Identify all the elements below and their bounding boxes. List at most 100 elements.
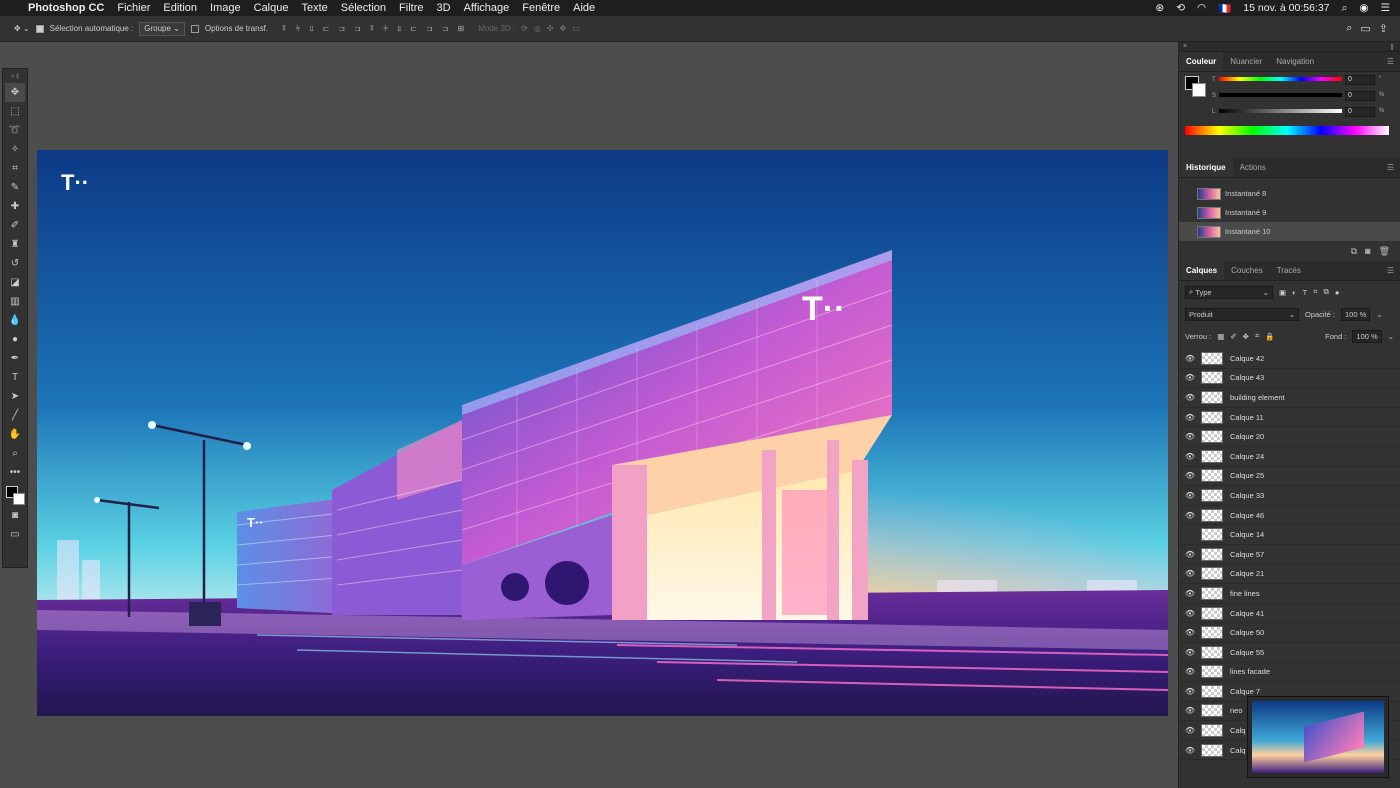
share-icon[interactable]: ⇪ xyxy=(1379,22,1388,35)
clone-stamp-icon[interactable]: ♜ xyxy=(5,235,25,254)
tab-nuancier[interactable]: Nuancier xyxy=(1223,52,1269,71)
type-tool-icon[interactable]: T xyxy=(5,368,25,387)
layer-row[interactable]: 👁 Calque 21 xyxy=(1179,565,1400,585)
layer-row[interactable]: 👁 Calque 33 xyxy=(1179,486,1400,506)
auto-select-checkbox[interactable] xyxy=(35,24,44,33)
menu-texte[interactable]: Texte xyxy=(301,2,327,14)
history-row[interactable]: Instantané 9 xyxy=(1179,203,1400,222)
dodge-tool-icon[interactable]: ● xyxy=(5,330,25,349)
layer-row[interactable]: 👁 Calque 46 xyxy=(1179,506,1400,526)
eye-icon[interactable]: 👁 xyxy=(1179,589,1201,598)
workspace-icon[interactable]: ▭ xyxy=(1360,22,1370,35)
zoom-tool-icon[interactable]: ⌕ xyxy=(5,444,25,463)
layer-name[interactable]: Calque 46 xyxy=(1230,511,1264,520)
eye-icon[interactable]: 👁 xyxy=(1179,569,1201,578)
align-vcenter-icon[interactable]: ⫩ xyxy=(296,24,301,34)
lock-position-icon[interactable]: ✥ xyxy=(1243,332,1249,341)
slide-3d-icon[interactable]: ✥ xyxy=(560,24,567,33)
line-tool-icon[interactable]: ╱ xyxy=(5,406,25,425)
layer-name[interactable]: Calque 7 xyxy=(1230,687,1260,696)
layer-name[interactable]: Calque 14 xyxy=(1230,530,1264,539)
align-hcenter-icon[interactable]: ⊐ xyxy=(338,24,345,34)
move-tool-preset-icon[interactable]: ✥ ⌄ xyxy=(14,24,30,33)
layer-name[interactable]: Calque 33 xyxy=(1230,491,1264,500)
eye-icon[interactable]: 👁 xyxy=(1179,373,1201,382)
distribute-top-icon[interactable]: ⫪ xyxy=(370,24,375,34)
menu-fichier[interactable]: Fichier xyxy=(117,2,150,14)
layer-row[interactable]: Calque 14 xyxy=(1179,525,1400,545)
notification-center-icon[interactable]: ☰ xyxy=(1381,2,1390,14)
more-tools-icon[interactable]: ••• xyxy=(5,463,25,482)
layer-name[interactable]: lines facade xyxy=(1230,667,1270,676)
color-panel-menu-icon[interactable]: ☰ xyxy=(1387,57,1400,66)
layer-name[interactable]: Calque 57 xyxy=(1230,550,1264,559)
eye-icon[interactable]: 👁 xyxy=(1179,491,1201,500)
layer-row[interactable]: 👁 fine lines xyxy=(1179,584,1400,604)
layer-name[interactable]: Calq xyxy=(1230,726,1245,735)
distribute-right-icon[interactable]: ⊐ xyxy=(442,24,449,34)
layer-row[interactable]: 👁 Calque 20 xyxy=(1179,427,1400,447)
lasso-tool-icon[interactable]: ➰ xyxy=(5,121,25,140)
eye-icon[interactable]: 👁 xyxy=(1179,413,1201,422)
spotlight-icon[interactable]: ⌕ xyxy=(1342,2,1348,15)
eyedropper-icon[interactable]: ✎ xyxy=(5,178,25,197)
align-right-icon[interactable]: ⊐ xyxy=(354,24,361,34)
new-document-from-state-icon[interactable]: ⧉ xyxy=(1351,246,1357,257)
opacity-dropdown-icon[interactable]: ⌄ xyxy=(1376,310,1382,319)
menu-fenetre[interactable]: Fenêtre xyxy=(522,2,560,14)
eye-icon[interactable]: 👁 xyxy=(1179,393,1201,402)
filter-smart-icon[interactable]: ⧉ xyxy=(1323,287,1328,297)
tab-calques[interactable]: Calques xyxy=(1179,261,1225,280)
roll-3d-icon[interactable]: ◎ xyxy=(534,24,541,33)
quick-mask-icon[interactable]: ◙ xyxy=(5,506,25,525)
saturation-slider[interactable] xyxy=(1219,93,1342,97)
layer-name[interactable]: Calque 24 xyxy=(1230,452,1264,461)
eye-icon[interactable]: 👁 xyxy=(1179,550,1201,559)
saturation-value[interactable]: 0 xyxy=(1345,91,1375,101)
collapse-panels-icon[interactable]: ⟫ xyxy=(1390,43,1400,51)
layer-name[interactable]: Calque 55 xyxy=(1230,648,1264,657)
layer-name[interactable]: Calque 43 xyxy=(1230,373,1264,382)
fill-dropdown-icon[interactable]: ⌄ xyxy=(1388,332,1394,341)
layer-row[interactable]: 👁 Calque 55 xyxy=(1179,643,1400,663)
lightness-slider[interactable] xyxy=(1219,109,1342,113)
path-selection-icon[interactable]: ➤ xyxy=(5,387,25,406)
layer-name[interactable]: Calque 21 xyxy=(1230,569,1264,578)
lock-transparent-icon[interactable]: ▦ xyxy=(1217,332,1224,341)
layers-panel-menu-icon[interactable]: ☰ xyxy=(1387,266,1400,275)
eye-icon[interactable]: 👁 xyxy=(1179,471,1201,480)
distribute-vcenter-icon[interactable]: ⫩ xyxy=(383,24,388,34)
filter-toggle-icon[interactable]: ● xyxy=(1335,288,1340,297)
eye-icon[interactable]: 👁 xyxy=(1179,687,1201,696)
eye-icon[interactable]: 👁 xyxy=(1179,432,1201,441)
hue-value[interactable]: 0 xyxy=(1345,75,1375,85)
menu-selection[interactable]: Sélection xyxy=(341,2,386,14)
layer-name[interactable]: fine lines xyxy=(1230,589,1260,598)
panels-header[interactable]: × ⟫ xyxy=(1179,42,1400,52)
eye-icon[interactable]: 👁 xyxy=(1179,746,1201,755)
filter-adjustment-icon[interactable]: ◐ xyxy=(1292,288,1297,297)
auto-align-icon[interactable]: ⊞ xyxy=(458,24,465,34)
lock-all-icon[interactable]: 🔒 xyxy=(1265,332,1274,341)
eye-icon[interactable]: 👁 xyxy=(1179,726,1201,735)
eye-icon[interactable]: 👁 xyxy=(1179,628,1201,637)
crop-tool-icon[interactable]: ⌗ xyxy=(5,159,25,178)
document-canvas[interactable]: T·· T·· T·· xyxy=(37,150,1168,716)
menu-affichage[interactable]: Affichage xyxy=(464,2,510,14)
color-bg-swatch[interactable] xyxy=(1192,83,1206,97)
distribute-left-icon[interactable]: ⊏ xyxy=(410,24,417,34)
lightness-value[interactable]: 0 xyxy=(1345,107,1375,117)
orbit-3d-icon[interactable]: ⟳ xyxy=(521,24,528,33)
layer-filter-dropdown[interactable]: ⌕ Type ⌄ xyxy=(1185,285,1273,299)
layer-row[interactable]: 👁 Calque 50 xyxy=(1179,623,1400,643)
distribute-hcenter-icon[interactable]: ⊐ xyxy=(426,24,433,34)
layer-row[interactable]: 👁 Calque 57 xyxy=(1179,545,1400,565)
time-machine-icon[interactable]: ⟲ xyxy=(1176,2,1185,14)
magic-wand-icon[interactable]: ✧ xyxy=(5,140,25,159)
scale-3d-icon[interactable]: ▭ xyxy=(572,24,580,33)
move-tool-icon[interactable]: ✥ xyxy=(5,83,25,102)
pen-tool-icon[interactable]: ✒ xyxy=(5,349,25,368)
layer-name[interactable]: Calque 25 xyxy=(1230,471,1264,480)
align-top-icon[interactable]: ⫪ xyxy=(282,24,287,34)
eye-icon[interactable]: 👁 xyxy=(1179,648,1201,657)
